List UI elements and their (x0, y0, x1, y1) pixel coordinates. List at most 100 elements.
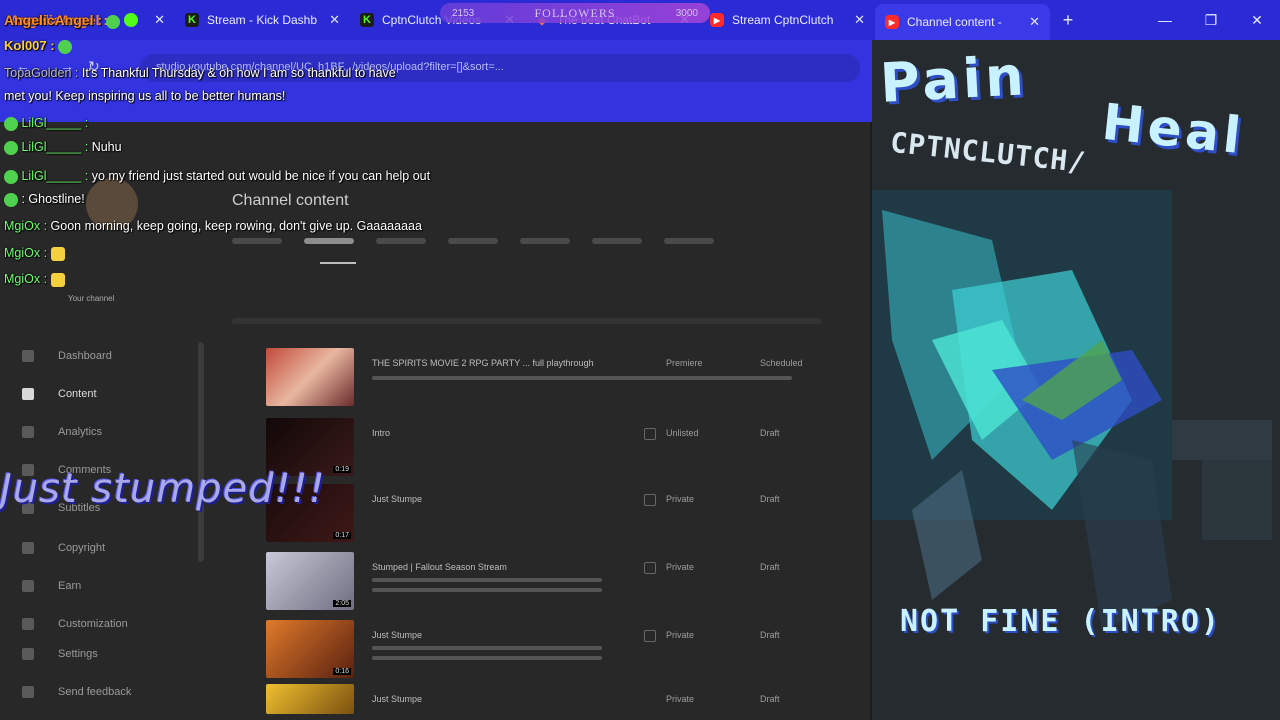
chat-username: AngelicAngel : (4, 12, 103, 28)
green-blob-emote-icon (105, 14, 120, 29)
table-row[interactable]: 0:19 Intro Unlisted Draft (266, 418, 826, 478)
chat-username: TopaGolden : (4, 66, 79, 80)
active-tab-underline (320, 262, 356, 264)
sidebar-label: Earn (58, 580, 82, 592)
sidebar-item-settings[interactable]: Settings (22, 648, 98, 660)
sidebar-item-dashboard[interactable]: Dashboard (22, 350, 112, 362)
video-title[interactable]: Just Stumpe (372, 694, 422, 704)
duration: 0:17 (333, 532, 351, 539)
visibility: Private (666, 694, 695, 704)
video-description (372, 376, 792, 380)
chat-text: It's Thankful Thursday & oh how I am so … (81, 66, 396, 80)
tab-channel-content[interactable]: ▶ Channel content - ✕ (875, 4, 1050, 40)
sidebar-scrollbar[interactable] (198, 342, 204, 562)
video-title[interactable]: Stumped | Fallout Season Stream (372, 562, 507, 572)
visibility: Premiere (666, 358, 703, 368)
video-thumbnail[interactable]: 2:05 (266, 552, 354, 610)
table-row[interactable]: THE SPIRITS MOVIE 2 RPG PARTY ... full p… (266, 348, 826, 408)
video-description (372, 588, 602, 592)
table-row[interactable]: 2:05 Stumped | Fallout Season Stream Pri… (266, 552, 826, 612)
minimize-button[interactable]: — (1142, 12, 1188, 29)
visibility: Private (666, 630, 695, 640)
tab-live[interactable] (376, 238, 426, 244)
video-description (372, 646, 602, 650)
sidebar-item-analytics[interactable]: Analytics (22, 426, 102, 438)
chat-message: AngelicAngel : (4, 12, 120, 29)
sidebar-item-copyright[interactable]: Copyright (22, 542, 105, 554)
table-row[interactable]: Just Stumpe Private Draft (266, 684, 826, 720)
tab-posts[interactable] (448, 238, 498, 244)
stream-artwork-panel: Pain Heal CPTNCLUTCH/ NOT FINE (INTRO) (872, 40, 1280, 720)
feedback-icon (22, 686, 34, 698)
tab-stream-cptnclutch[interactable]: ▶ Stream CptnClutch ✕ (700, 4, 875, 36)
chat-message: met you! Keep inspiring us all to be bet… (4, 89, 285, 103)
restore-button[interactable]: ❐ (1188, 12, 1234, 29)
chat-username: LilGl_____ : (21, 116, 89, 130)
row-checkbox[interactable] (644, 630, 656, 642)
green-badge-icon (4, 140, 18, 155)
yellow-emote-icon (50, 272, 65, 287)
tab-videos[interactable] (232, 238, 282, 244)
close-tab-icon[interactable]: ✕ (154, 12, 165, 28)
date: Draft (760, 694, 780, 704)
followers-current: 2153 (452, 7, 475, 19)
analytics-icon (22, 426, 34, 438)
sidebar-item-earn[interactable]: Earn (22, 580, 81, 592)
video-title[interactable]: Just Stumpe (372, 494, 422, 504)
table-row[interactable]: 0:17 Just Stumpe Private Draft (266, 484, 826, 544)
dashboard-icon (22, 350, 34, 362)
sidebar-item-customization[interactable]: Customization (22, 618, 128, 630)
sidebar-item-feedback[interactable]: Send feedback (22, 686, 131, 698)
green-blob-emote-icon (58, 39, 73, 54)
filter-bar[interactable] (232, 318, 822, 324)
sidebar-item-content[interactable]: Content (22, 388, 97, 400)
chat-text: Goon morning, keep going, keep rowing, d… (50, 219, 422, 233)
chat-message: LilGl_____ : (4, 116, 88, 131)
chat-message: TopaGolden : It's Thankful Thursday & oh… (4, 66, 396, 80)
video-title[interactable]: Just Stumpe (372, 630, 422, 640)
sidebar-label: Content (58, 388, 97, 400)
chat-message: MgiOx : (4, 246, 65, 261)
tab-kick-dashboard[interactable]: K Stream - Kick Dashb ✕ (175, 4, 350, 36)
video-description (372, 656, 602, 660)
video-thumbnail[interactable]: 0:16 (266, 620, 354, 678)
date: Scheduled (760, 358, 803, 368)
visibility: Unlisted (666, 428, 699, 438)
art-title-left: Pain (878, 44, 1030, 115)
tab-playlists[interactable] (520, 238, 570, 244)
tab-title: Stream CptnClutch (732, 13, 834, 27)
sidebar-label: Send feedback (58, 686, 132, 698)
tab-shorts[interactable] (304, 238, 354, 244)
tab-promotions[interactable] (664, 238, 714, 244)
row-checkbox[interactable] (644, 428, 656, 440)
close-tab-icon[interactable]: ✕ (1029, 14, 1040, 30)
content-icon (22, 388, 34, 400)
chat-username: Kol007 : (4, 38, 55, 53)
video-thumbnail[interactable] (266, 684, 354, 714)
video-title[interactable]: THE SPIRITS MOVIE 2 RPG PARTY ... full p… (372, 358, 594, 368)
row-checkbox[interactable] (644, 562, 656, 574)
close-tab-icon[interactable]: ✕ (854, 12, 865, 28)
table-row[interactable]: 0:16 Just Stumpe Private Draft (266, 620, 826, 680)
video-thumbnail[interactable] (266, 348, 354, 406)
video-title[interactable]: Intro (372, 428, 390, 438)
page-title: Channel content (232, 192, 349, 209)
chat-text: met you! Keep inspiring us all to be bet… (4, 89, 286, 103)
followers-goal-widget: 2153 FOLLOWERS 3000 (440, 3, 710, 23)
kick-icon: K (185, 13, 199, 27)
tab-podcasts[interactable] (592, 238, 642, 244)
close-window-button[interactable]: ✕ (1234, 12, 1280, 29)
new-tab-button[interactable]: + (1050, 10, 1086, 31)
sidebar-label: Copyright (58, 542, 106, 554)
customization-icon (22, 618, 34, 630)
video-description (372, 578, 602, 582)
gear-icon (22, 648, 34, 660)
chat-message: MgiOx : (4, 272, 65, 287)
date: Draft (760, 494, 780, 504)
close-tab-icon[interactable]: ✕ (329, 12, 340, 28)
copyright-icon (22, 542, 34, 554)
date: Draft (760, 428, 780, 438)
studio-page: Your channel Dashboard Content Analytics… (0, 122, 870, 720)
sidebar-label: Settings (58, 648, 98, 660)
row-checkbox[interactable] (644, 494, 656, 506)
